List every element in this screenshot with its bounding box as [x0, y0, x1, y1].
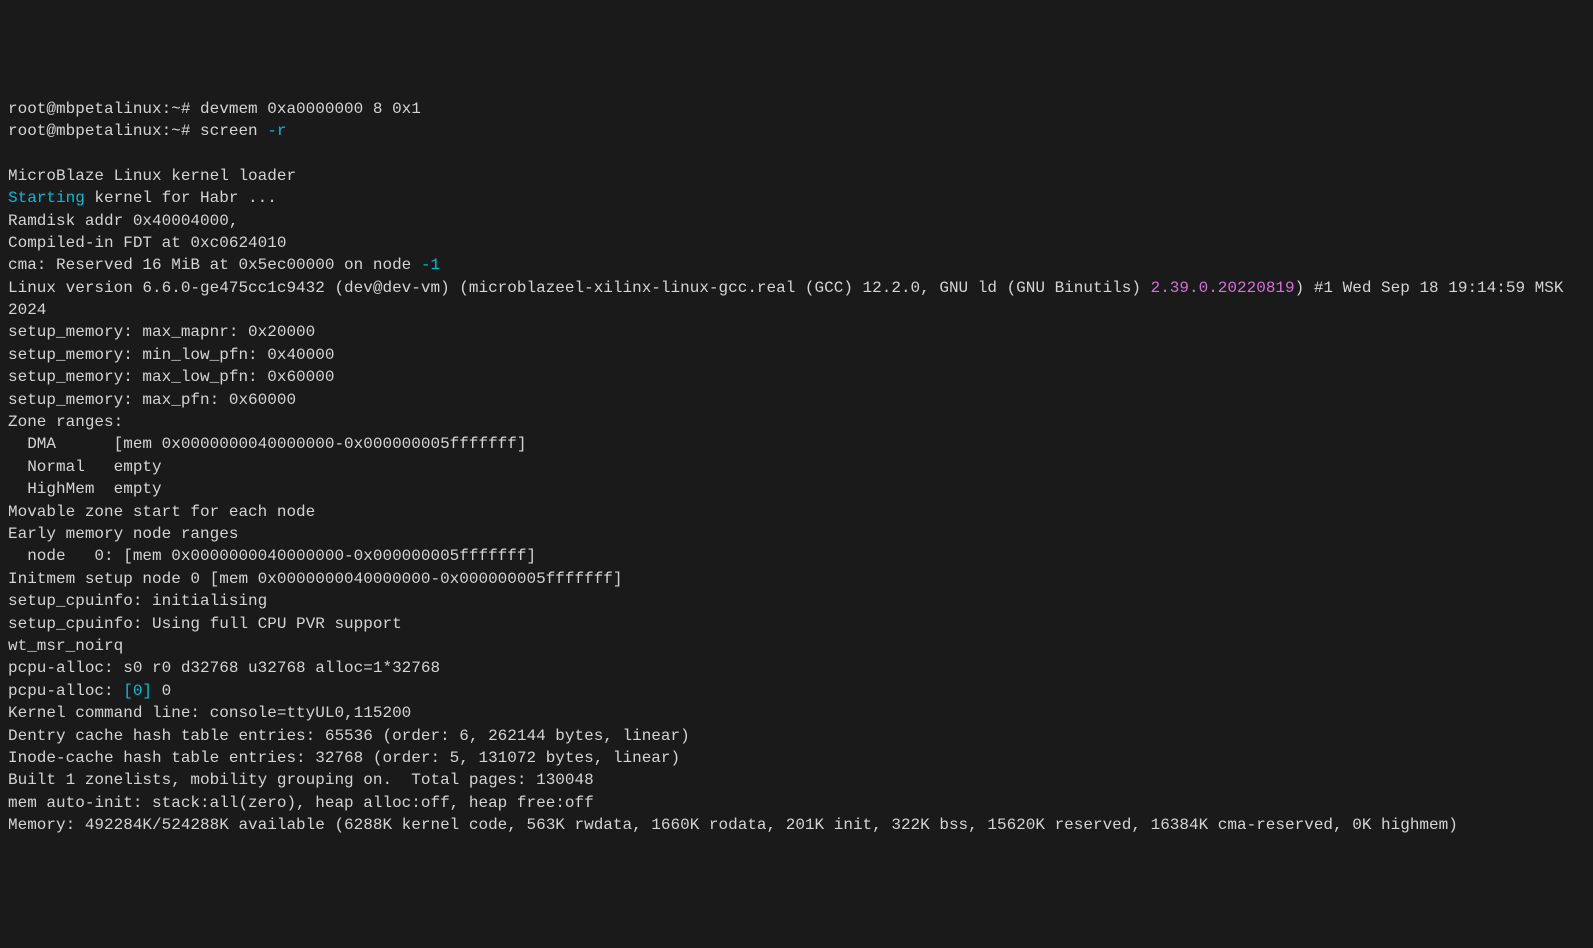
log-line: Inode-cache hash table entries: 32768 (o… [8, 749, 680, 767]
log-line: Normal empty [8, 458, 162, 476]
log-line: setup_cpuinfo: initialising [8, 592, 267, 610]
log-line: Memory: 492284K/524288K available (6288K… [8, 816, 1458, 834]
terminal-output[interactable]: root@mbpetalinux:~# devmem 0xa0000000 8 … [8, 98, 1585, 837]
log-line: pcpu-alloc: s0 r0 d32768 u32768 alloc=1*… [8, 659, 440, 677]
log-line: setup_memory: max_low_pfn: 0x60000 [8, 368, 334, 386]
log-line: wt_msr_noirq [8, 637, 123, 655]
log-line: Ramdisk addr 0x40004000, [8, 212, 238, 230]
log-line: DMA [mem 0x0000000040000000-0x000000005f… [8, 435, 526, 453]
log-line: setup_cpuinfo: Using full CPU PVR suppor… [8, 615, 402, 633]
log-line: Zone ranges: [8, 413, 123, 431]
log-line: Kernel command line: console=ttyUL0,1152… [8, 704, 411, 722]
log-line: kernel for Habr ... [85, 189, 277, 207]
log-line: pcpu-alloc: [8, 682, 123, 700]
log-bracket: [0] [123, 682, 152, 700]
log-line: HighMem empty [8, 480, 162, 498]
log-line: setup_memory: max_mapnr: 0x20000 [8, 323, 315, 341]
log-line: Early memory node ranges [8, 525, 238, 543]
log-line: Compiled-in FDT at 0xc0624010 [8, 234, 286, 252]
prompt: root@mbpetalinux:~# [8, 100, 200, 118]
command: screen [200, 122, 267, 140]
log-version: 2.39.0.20220819 [1151, 279, 1295, 297]
log-line: Initmem setup node 0 [mem 0x000000004000… [8, 570, 623, 588]
log-line: MicroBlaze Linux kernel loader [8, 167, 296, 185]
log-starting: Starting [8, 189, 85, 207]
prompt: root@mbpetalinux:~# [8, 122, 200, 140]
command: devmem 0xa0000000 8 0x1 [200, 100, 421, 118]
log-line: mem auto-init: stack:all(zero), heap all… [8, 794, 594, 812]
log-line: Movable zone start for each node [8, 503, 315, 521]
log-line: setup_memory: min_low_pfn: 0x40000 [8, 346, 334, 364]
log-line: cma: Reserved 16 MiB at 0x5ec00000 on no… [8, 256, 421, 274]
log-line: Built 1 zonelists, mobility grouping on.… [8, 771, 594, 789]
log-line: Dentry cache hash table entries: 65536 (… [8, 727, 690, 745]
command-arg: -r [267, 122, 286, 140]
log-line: setup_memory: max_pfn: 0x60000 [8, 391, 296, 409]
log-line: 0 [152, 682, 171, 700]
log-line: Linux version 6.6.0-ge475cc1c9432 (dev@d… [8, 279, 1151, 297]
log-number: -1 [421, 256, 440, 274]
log-line: node 0: [mem 0x0000000040000000-0x000000… [8, 547, 536, 565]
